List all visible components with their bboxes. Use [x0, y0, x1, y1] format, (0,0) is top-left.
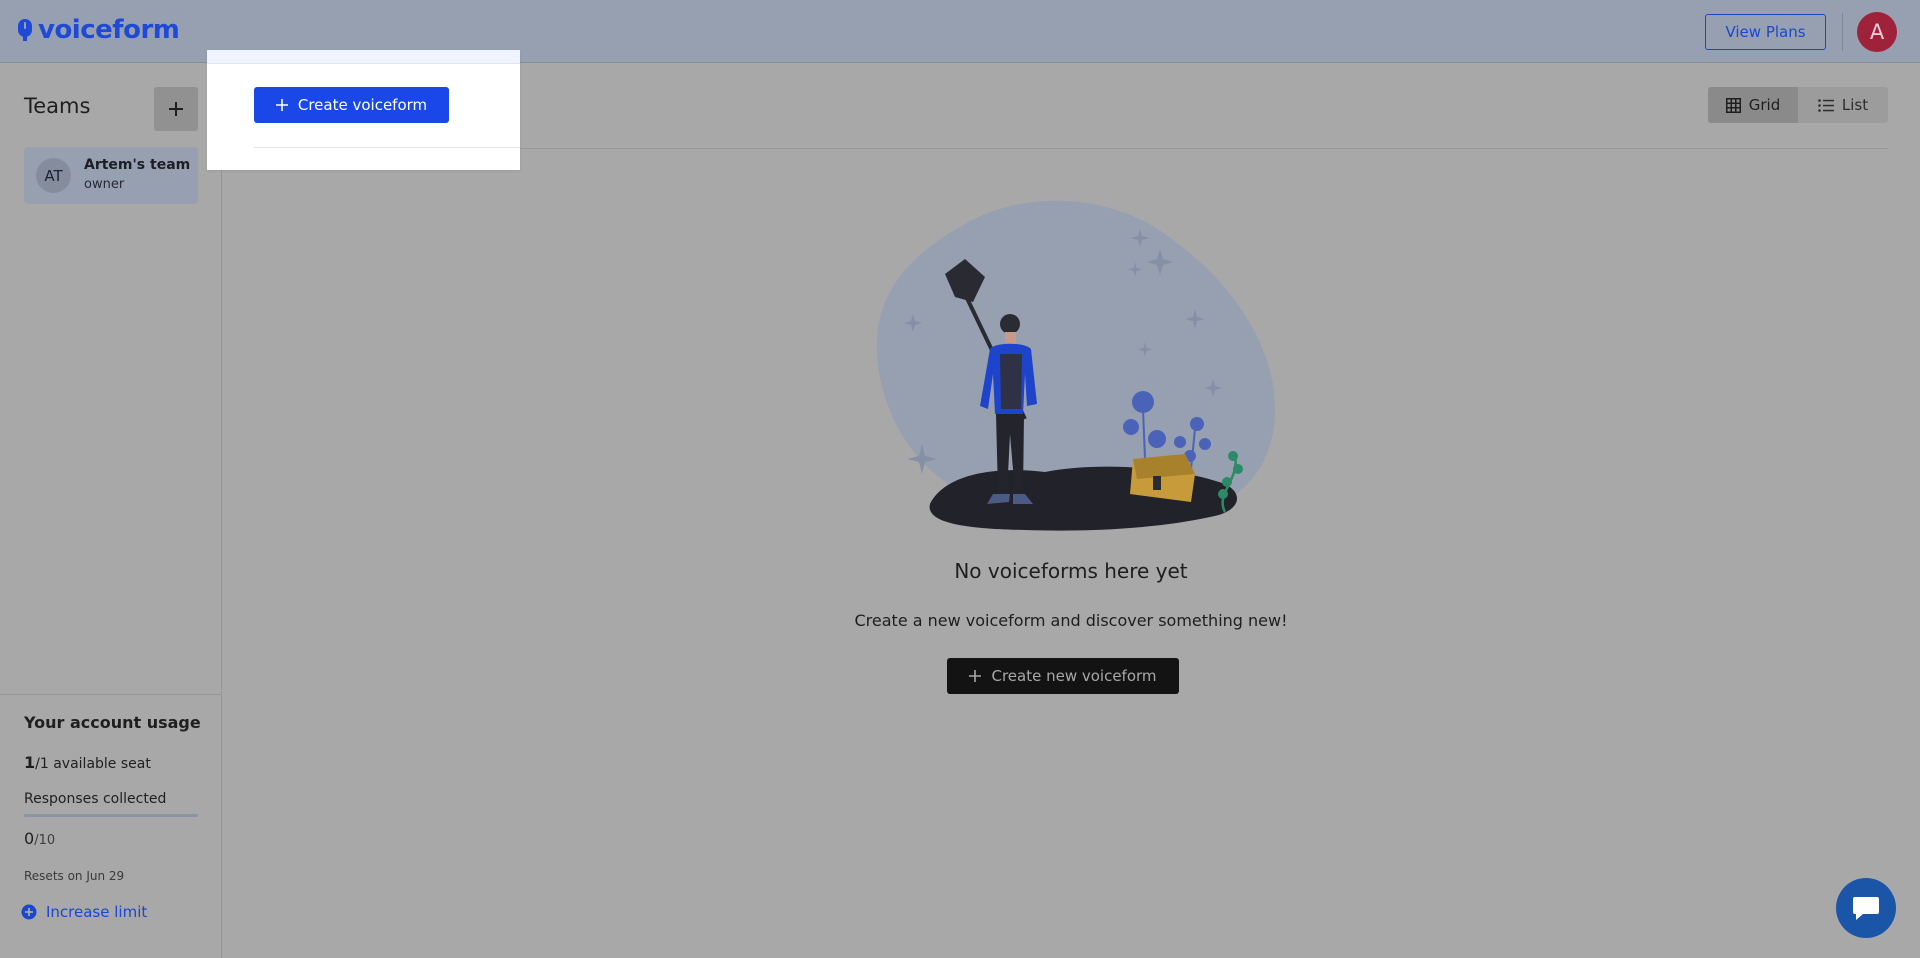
add-circle-icon [21, 904, 37, 920]
seats-used: 1 [24, 753, 36, 772]
main-content: Grid List No voiceforms here yet Create … [222, 64, 1920, 958]
list-view-label: List [1841, 96, 1869, 114]
chat-icon [1853, 897, 1879, 920]
teams-title: Teams [24, 94, 91, 118]
usage-title: Your account usage [24, 713, 201, 732]
responses-used: 0 [24, 829, 35, 848]
seats-total: /1 [35, 756, 49, 772]
grid-icon [1725, 97, 1741, 113]
responses-total: /10 [34, 833, 56, 848]
view-toggle: Grid List [1708, 87, 1888, 123]
popover-divider [254, 147, 520, 148]
responses-progress-bar [24, 814, 198, 817]
sidebar: Teams AT Artem's team owner Your account… [0, 64, 222, 958]
team-avatar: AT [36, 158, 71, 193]
add-team-button[interactable] [154, 87, 198, 131]
logo-text: voiceform [38, 15, 180, 45]
team-name: Artem's team [84, 157, 191, 173]
create-voiceform-label: Create voiceform [297, 96, 428, 114]
grid-view-label: Grid [1748, 96, 1781, 114]
list-icon [1818, 98, 1834, 112]
create-voiceform-button[interactable]: Create voiceform [254, 87, 449, 123]
create-voiceform-popover: Create voiceform [207, 50, 520, 170]
plus-icon [275, 99, 288, 111]
seat-usage: 1/1 available seat [24, 753, 151, 772]
empty-state-subtitle: Create a new voiceform and discover some… [854, 611, 1288, 630]
plus-icon [969, 670, 982, 682]
empty-state-illustration [876, 200, 1275, 531]
resets-date: Resets on Jun 29 [24, 869, 125, 883]
plus-icon [169, 102, 183, 116]
create-new-voiceform-label: Create new voiceform [991, 667, 1157, 685]
create-new-voiceform-button[interactable]: Create new voiceform [947, 658, 1179, 694]
mic-logo-icon [18, 19, 32, 41]
user-avatar[interactable]: A [1857, 12, 1897, 52]
responses-label: Responses collected [24, 791, 167, 807]
responses-count: 0/10 [24, 829, 55, 848]
account-usage: Your account usage 1/1 available seat Re… [0, 694, 221, 958]
increase-limit-label: Increase limit [46, 903, 148, 921]
chat-widget-button[interactable] [1836, 878, 1896, 938]
team-card[interactable]: AT Artem's team owner [24, 147, 198, 204]
team-role: owner [84, 177, 125, 192]
list-view-button[interactable]: List [1798, 87, 1888, 123]
view-plans-button[interactable]: View Plans [1705, 14, 1826, 50]
empty-state-title: No voiceforms here yet [954, 559, 1188, 583]
popover-header-strip [207, 50, 520, 64]
voiceform-logo[interactable]: voiceform [16, 15, 180, 45]
grid-view-button[interactable]: Grid [1708, 87, 1798, 123]
header-divider [1842, 13, 1843, 51]
increase-limit-link[interactable]: Increase limit [21, 903, 147, 921]
seats-label: available seat [53, 756, 151, 772]
